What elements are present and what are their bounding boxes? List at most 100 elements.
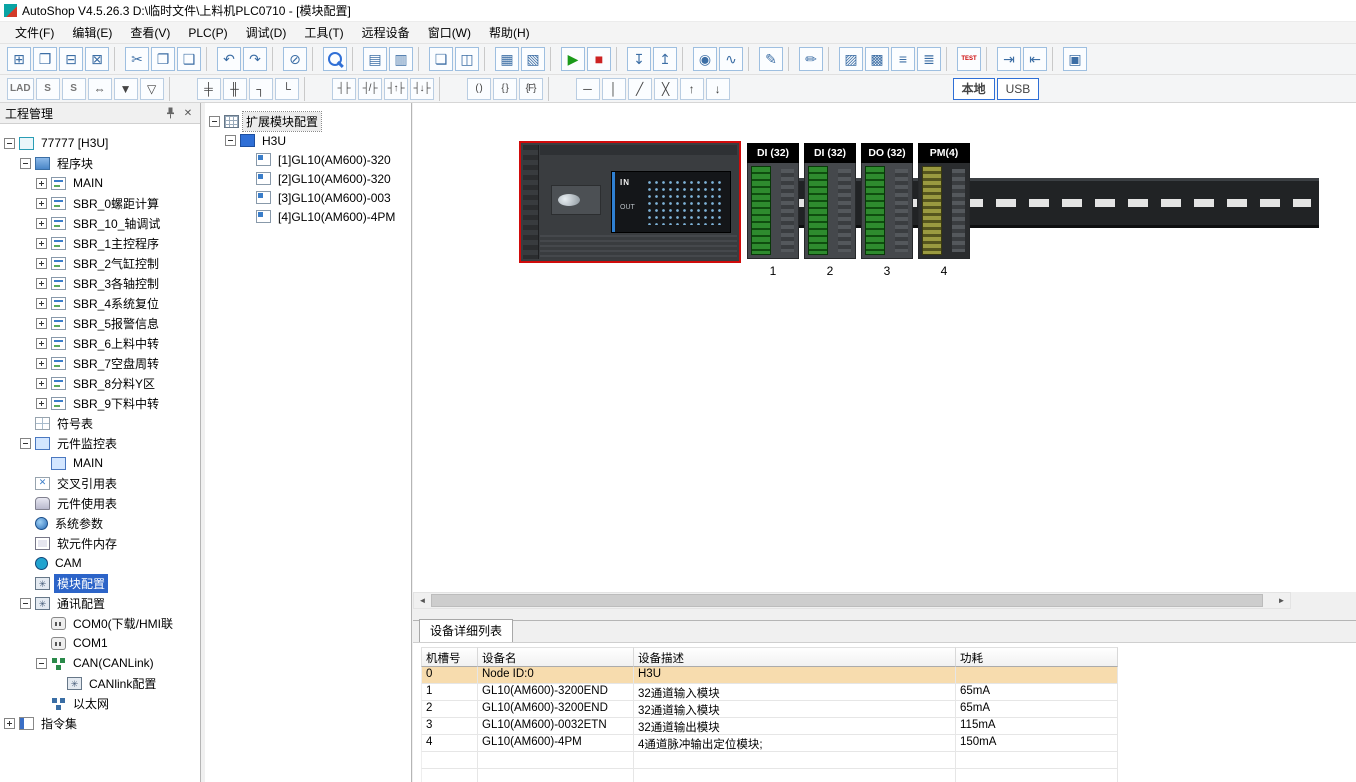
closed-contact-icon[interactable]: ┤/├: [357, 77, 382, 100]
instruction-list-icon[interactable]: ▦: [495, 47, 519, 71]
collapse-icon[interactable]: [225, 135, 236, 146]
separator[interactable]: [352, 47, 359, 71]
tree-item-h3u[interactable]: H3U: [205, 131, 411, 150]
monitor-icon[interactable]: ◉: [693, 47, 717, 71]
separator[interactable]: [682, 47, 689, 71]
separator[interactable]: [312, 47, 319, 71]
column-header-device-desc[interactable]: 设备描述: [634, 647, 956, 667]
tree-item-monitor-tables[interactable]: 元件监控表: [0, 433, 200, 453]
collapse-icon[interactable]: [20, 437, 31, 449]
separator[interactable]: [788, 47, 795, 71]
tree-item-system-params[interactable]: 系统参数: [0, 513, 200, 533]
compile-all-icon[interactable]: ▩: [865, 47, 889, 71]
expand-icon[interactable]: [36, 337, 47, 349]
expand-icon[interactable]: [36, 237, 47, 249]
table-row[interactable]: 0 Node ID:0 H3U: [421, 667, 1352, 684]
expand-icon[interactable]: [4, 717, 15, 729]
usb-button[interactable]: USB: [996, 77, 1040, 100]
up-icon[interactable]: ↑: [679, 77, 704, 100]
delete-cross-icon[interactable]: ╳: [653, 77, 678, 100]
expand-icon[interactable]: [36, 317, 47, 329]
step-out-icon[interactable]: ⇤: [1023, 47, 1047, 71]
branch-open-icon[interactable]: ┐: [248, 77, 273, 100]
trace-icon[interactable]: ✏: [799, 47, 823, 71]
column-header-power[interactable]: 功耗: [956, 647, 1118, 667]
tree-item-sbr10[interactable]: SBR_10_轴调试: [0, 213, 200, 233]
cpu-module-selected[interactable]: IN OUT: [519, 141, 741, 263]
split-view-icon[interactable]: ▣: [1063, 47, 1087, 71]
save-all-icon[interactable]: ⊠: [85, 47, 109, 71]
collapse-icon[interactable]: [4, 137, 15, 149]
separator[interactable]: [550, 47, 557, 71]
separator[interactable]: [616, 47, 623, 71]
tree-item-symbol-table[interactable]: 符号表: [0, 413, 200, 433]
table-row[interactable]: [421, 752, 1352, 769]
output-window-icon[interactable]: ◫: [455, 47, 479, 71]
tree-item-canlink-config[interactable]: CANlink配置: [0, 673, 200, 693]
tree-item-module-2[interactable]: [2]GL10(AM600)-320: [205, 169, 411, 188]
separator[interactable]: [484, 47, 491, 71]
tree-item-element-usage[interactable]: 元件使用表: [0, 493, 200, 513]
tree-item-instruction-set[interactable]: 指令集: [0, 713, 200, 733]
sbr-insert-icon[interactable]: S: [35, 77, 60, 100]
upload-icon[interactable]: ↥: [653, 47, 677, 71]
separator[interactable]: [303, 76, 328, 101]
copy-icon[interactable]: ❐: [151, 47, 175, 71]
applied-instruction-icon[interactable]: { }: [492, 77, 517, 100]
tree-item-sbr7[interactable]: SBR_7空盘周转: [0, 353, 200, 373]
comment-display-icon[interactable]: ▧: [521, 47, 545, 71]
collapse-icon[interactable]: [209, 116, 220, 127]
tree-item-cam[interactable]: CAM: [0, 553, 200, 573]
menu-item[interactable]: 调试(D): [237, 22, 296, 43]
branch-close-icon[interactable]: └: [274, 77, 299, 100]
separator[interactable]: [986, 47, 993, 71]
tree-item-monitor-main[interactable]: MAIN: [0, 453, 200, 473]
expansion-module[interactable]: DI (32) 2: [804, 143, 856, 278]
column-header-slot[interactable]: 机槽号: [421, 647, 478, 667]
print-preview-icon[interactable]: ▥: [389, 47, 413, 71]
tree-item-module-3[interactable]: [3]GL10(AM600)-003: [205, 188, 411, 207]
tree-item-sbr5[interactable]: SBR_5报警信息: [0, 313, 200, 333]
tree-item-main[interactable]: MAIN: [0, 173, 200, 193]
expand-icon[interactable]: [36, 197, 47, 209]
table-row[interactable]: 3 GL10(AM600)-0032ETN 32通道输出模块 115mA: [421, 718, 1352, 735]
separator[interactable]: [206, 47, 213, 71]
menu-item[interactable]: 查看(V): [121, 22, 179, 43]
expand-icon[interactable]: [36, 177, 47, 189]
lad-mode-icon[interactable]: LAD: [7, 77, 34, 100]
local-button[interactable]: 本地: [952, 77, 995, 100]
menu-item[interactable]: 文件(F): [6, 22, 63, 43]
expand-icon[interactable]: [36, 377, 47, 389]
expansion-module[interactable]: DI (32) 1: [747, 143, 799, 278]
tree-item-cross-reference[interactable]: 交叉引用表: [0, 473, 200, 493]
insert-cell-icon[interactable]: ╪: [196, 77, 221, 100]
down-icon[interactable]: ↓: [705, 77, 730, 100]
tree-item-sbr3[interactable]: SBR_3各轴控制: [0, 273, 200, 293]
tree-item-program-blocks[interactable]: 程序块: [0, 153, 200, 173]
save-icon[interactable]: ⊟: [59, 47, 83, 71]
align-horizontal-icon[interactable]: ≡: [891, 47, 915, 71]
expansion-module[interactable]: DO (32) 3: [861, 143, 913, 278]
download-icon[interactable]: ↧: [627, 47, 651, 71]
expansion-module[interactable]: PM(4) 4: [918, 143, 970, 278]
insert-vline-icon[interactable]: ╫: [222, 77, 247, 100]
menu-item[interactable]: PLC(P): [179, 24, 236, 42]
hline-icon[interactable]: ─: [575, 77, 600, 100]
expand-icon[interactable]: [36, 357, 47, 369]
table-row[interactable]: [421, 769, 1352, 782]
cut-icon[interactable]: ✂: [125, 47, 149, 71]
function-icon[interactable]: {F}: [518, 77, 543, 100]
tab-device-detail-list[interactable]: 设备详细列表: [419, 619, 514, 642]
table-row[interactable]: 4 GL10(AM600)-4PM 4通道脉冲输出定位模块; 150mA: [421, 735, 1352, 752]
pin-icon[interactable]: [163, 106, 177, 120]
menu-item[interactable]: 工具(T): [295, 22, 352, 43]
paste-icon[interactable]: ❑: [177, 47, 201, 71]
append-row-icon[interactable]: ▽: [139, 77, 164, 100]
separator[interactable]: [168, 76, 193, 101]
step-into-icon[interactable]: ⇥: [997, 47, 1021, 71]
redo-icon[interactable]: ↷: [243, 47, 267, 71]
write-monitor-icon[interactable]: ✎: [759, 47, 783, 71]
horizontal-scrollbar[interactable]: ◄ ►: [413, 592, 1291, 609]
tree-item-ext-module-config[interactable]: 扩展模块配置: [205, 111, 411, 132]
tree-item-module-4[interactable]: [4]GL10(AM600)-4PM: [205, 207, 411, 226]
